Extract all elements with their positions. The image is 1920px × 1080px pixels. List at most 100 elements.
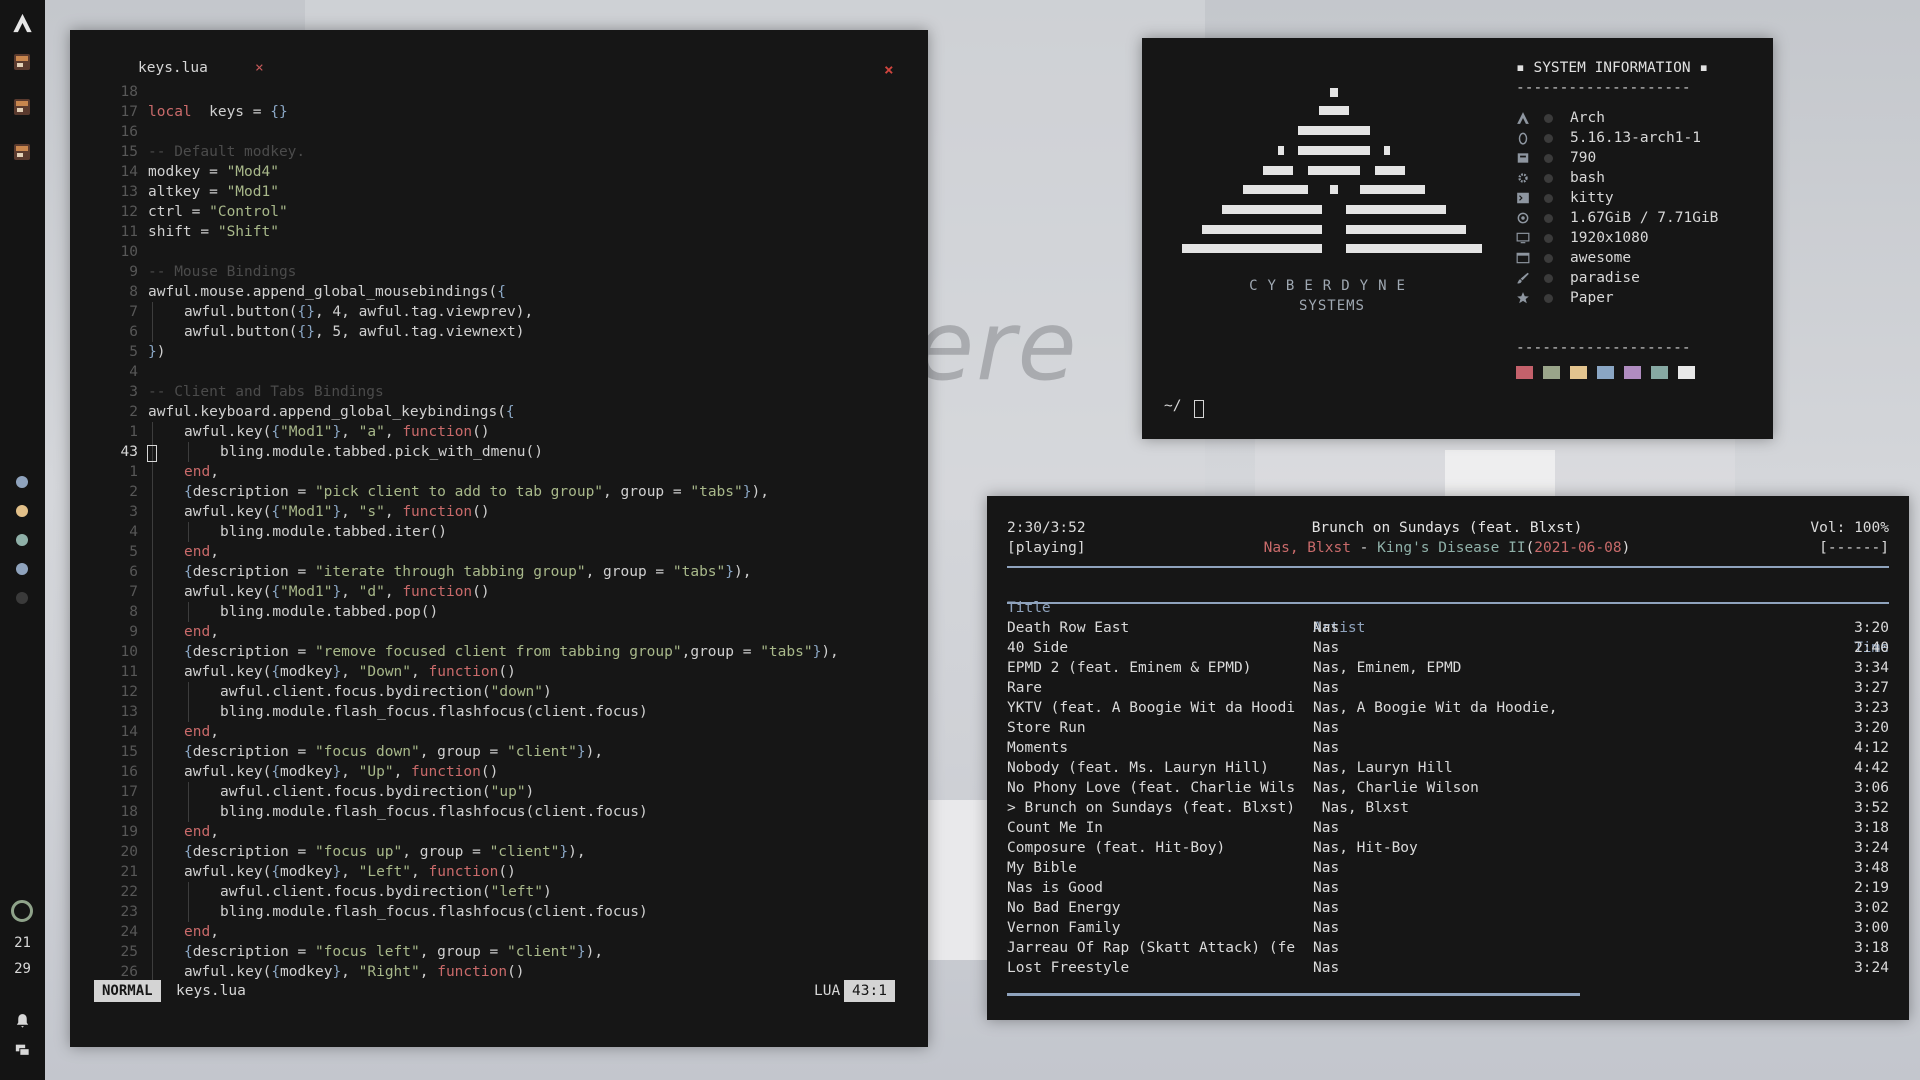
layout-icon[interactable] [14, 1042, 31, 1058]
track-row[interactable]: Death Row East Nas 3:20 [1007, 618, 1889, 638]
editor-window[interactable]: keys.lua × × 18 17 local keys = {} 16 15 -- D… [70, 30, 928, 1047]
code-line[interactable]: 11 shift = "Shift" [70, 222, 928, 242]
code-line[interactable]: 10 [70, 242, 928, 262]
terminal-icon[interactable] [14, 54, 30, 70]
track-time: 3:00 [1854, 920, 1889, 936]
track-row[interactable]: YKTV (feat. A Boogie Wit da Hoodi Nas, A … [1007, 698, 1889, 718]
code-line[interactable]: 24 end, [70, 922, 928, 942]
gear-icon [1516, 171, 1530, 185]
track-row[interactable]: Lost Freestyle Nas 3:24 [1007, 958, 1889, 978]
track-row[interactable]: Count Me In Nas 3:18 [1007, 818, 1889, 838]
code-line[interactable]: 21 awful.key({modkey}, "Left", function() [70, 862, 928, 882]
package-icon [1516, 151, 1530, 165]
code-line[interactable]: 22 awful.client.focus.bydirection("left") [70, 882, 928, 902]
code-token: awful.client.focus.bydirection( [220, 884, 491, 900]
code-line[interactable]: 3 -- Client and Tabs Bindings [70, 382, 928, 402]
code-line[interactable]: 16 awful.key({modkey}, "Up", function() [70, 762, 928, 782]
track-row[interactable]: No Bad Energy Nas 3:02 [1007, 898, 1889, 918]
code-line[interactable]: 3 awful.key({"Mod1"}, "s", function() [70, 502, 928, 522]
bullet-dot [1544, 254, 1553, 263]
track-row[interactable]: Vernon Family Nas 3:00 [1007, 918, 1889, 938]
terminal-icon[interactable] [14, 99, 30, 115]
column-title[interactable]: Title [1007, 598, 1312, 618]
code-line[interactable]: 6 awful.button({}, 5, awful.tag.viewnext) [70, 322, 928, 342]
volume[interactable]: Vol: 100% [1810, 518, 1889, 538]
track-row[interactable]: EPMD 2 (feat. Eminem & EPMD) Nas, Eminem,… [1007, 658, 1889, 678]
status-ring-icon[interactable] [11, 900, 33, 922]
tag-indicator[interactable] [16, 534, 28, 546]
track-time: 3:24 [1854, 840, 1889, 856]
code-line[interactable]: 17 local keys = {} [70, 102, 928, 122]
code-text: -- Client and Tabs Bindings [148, 382, 384, 402]
track-row[interactable]: Nobody (feat. Ms. Lauryn Hill) Nas, Laury… [1007, 758, 1889, 778]
code-line[interactable]: 13 altkey = "Mod1" [70, 182, 928, 202]
tag-indicator[interactable] [16, 505, 28, 517]
track-row[interactable]: Rare Nas 3:27 [1007, 678, 1889, 698]
code-line[interactable]: 2 awful.keyboard.append_global_keybinding… [70, 402, 928, 422]
music-player-window[interactable]: 2:30/3:52 [playing] Brunch on Sundays (f… [987, 496, 1909, 1020]
bell-icon[interactable] [14, 1012, 31, 1029]
sysinfo-window[interactable]: CYBERDYNE SYSTEMS ▪ SYSTEM INFORMATION ▪… [1142, 38, 1773, 439]
track-row[interactable]: Nas is Good Nas 2:19 [1007, 878, 1889, 898]
code-line[interactable]: 12 awful.client.focus.bydirection("down") [70, 682, 928, 702]
code-line[interactable]: 43 bling.module.tabbed.pick_with_dmenu() [70, 442, 928, 462]
code-line[interactable]: 14 end, [70, 722, 928, 742]
code-line[interactable]: 4 bling.module.tabbed.iter() [70, 522, 928, 542]
sysinfo-value: Paper [1570, 290, 1614, 306]
tab-keys-lua[interactable]: keys.lua [138, 60, 208, 76]
code-text: awful.key({modkey}, "Right", function() [184, 962, 525, 982]
code-line[interactable]: 9 end, [70, 622, 928, 642]
progress-bar[interactable] [1007, 993, 1581, 996]
code-token: } [148, 344, 157, 360]
track-row[interactable]: Jarreau Of Rap (Skatt Attack) (fe Nas 3:18 [1007, 938, 1889, 958]
code-line[interactable]: 12 ctrl = "Control" [70, 202, 928, 222]
track-row[interactable]: My Bible Nas 3:48 [1007, 858, 1889, 878]
sysinfo-row: awesome [1516, 248, 1756, 268]
track-row[interactable]: No Phony Love (feat. Charlie Wils Nas, Ch… [1007, 778, 1889, 798]
code-line[interactable]: 25 {description = "focus left", group = "… [70, 942, 928, 962]
tab-close-icon[interactable]: × [255, 60, 264, 76]
code-line[interactable]: 6 {description = "iterate through tabbing… [70, 562, 928, 582]
track-row[interactable]: Store Run Nas 3:20 [1007, 718, 1889, 738]
code-line[interactable]: 19 end, [70, 822, 928, 842]
code-line[interactable]: 16 [70, 122, 928, 142]
shell-prompt[interactable]: ~/ [1164, 398, 1181, 414]
code-line[interactable]: 10 {description = "remove focused client … [70, 642, 928, 662]
code-token: description = [192, 644, 315, 660]
tag-indicator[interactable] [16, 476, 28, 488]
code-line[interactable]: 8 bling.module.tabbed.pop() [70, 602, 928, 622]
track-row[interactable]: 40 Side Nas 2:40 [1007, 638, 1889, 658]
code-line[interactable]: 18 bling.module.flash_focus.flashfocus(cl… [70, 802, 928, 822]
code-line[interactable]: 13 bling.module.flash_focus.flashfocus(cl… [70, 702, 928, 722]
arch-logo-icon[interactable] [11, 12, 34, 34]
code-text: awful.key({modkey}, "Down", function() [184, 662, 516, 682]
tag-indicator[interactable] [16, 592, 28, 604]
code-line[interactable]: 1 end, [70, 462, 928, 482]
code-line[interactable]: 15 {description = "focus down", group = "… [70, 742, 928, 762]
code-line[interactable]: 8 awful.mouse.append_global_mousebindings… [70, 282, 928, 302]
tag-indicator[interactable] [16, 563, 28, 575]
code-area[interactable]: 18 17 local keys = {} 16 15 -- Default modkey… [70, 82, 928, 982]
code-line[interactable]: 5}) [70, 342, 928, 362]
code-line[interactable]: 20 {description = "focus up", group = "cl… [70, 842, 928, 862]
code-line[interactable]: 17 awful.client.focus.bydirection("up") [70, 782, 928, 802]
code-line[interactable]: 1 awful.key({"Mod1"}, "a", function() [70, 422, 928, 442]
terminal-icon[interactable] [14, 144, 30, 160]
window-close-icon[interactable]: × [884, 60, 894, 79]
code-line[interactable]: 11 awful.key({modkey}, "Down", function() [70, 662, 928, 682]
track-row[interactable]: > Brunch on Sundays (feat. Blxst) Nas, B… [1007, 798, 1889, 818]
track-row[interactable]: Moments Nas 4:12 [1007, 738, 1889, 758]
track-row[interactable]: Composure (feat. Hit-Boy) Nas, Hit-Boy 3:2… [1007, 838, 1889, 858]
code-line[interactable]: 9 -- Mouse Bindings [70, 262, 928, 282]
indent-guide [152, 702, 153, 722]
code-line[interactable]: 5 end, [70, 542, 928, 562]
code-line[interactable]: 7 awful.button({}, 4, awful.tag.viewprev)… [70, 302, 928, 322]
code-line[interactable]: 15 -- Default modkey. [70, 142, 928, 162]
code-line[interactable]: 18 [70, 82, 928, 102]
code-line[interactable]: 23 bling.module.flash_focus.flashfocus(cl… [70, 902, 928, 922]
code-line[interactable]: 2 {description = "pick client to add to t… [70, 482, 928, 502]
code-line[interactable]: 26 awful.key({modkey}, "Right", function(… [70, 962, 928, 982]
code-line[interactable]: 7 awful.key({"Mod1"}, "d", function() [70, 582, 928, 602]
code-line[interactable]: 4 [70, 362, 928, 382]
code-line[interactable]: 14 modkey = "Mod4" [70, 162, 928, 182]
